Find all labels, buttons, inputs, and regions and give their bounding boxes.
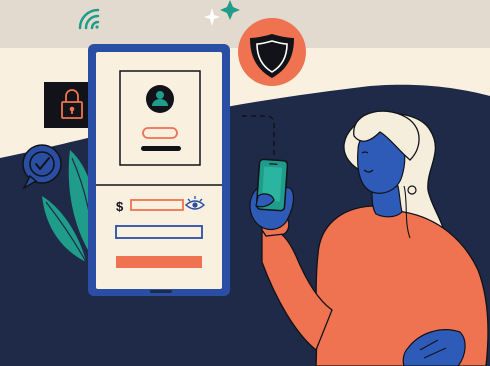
name-bar xyxy=(141,146,181,151)
dollar-icon: $ xyxy=(116,199,124,214)
shield-badge xyxy=(238,18,306,86)
submit-button[interactable] xyxy=(116,256,202,268)
security-illustration: $ xyxy=(0,0,490,366)
phone-mockup: $ xyxy=(88,44,230,296)
phone-home-bar xyxy=(150,290,172,293)
user-avatar-icon xyxy=(146,85,174,113)
